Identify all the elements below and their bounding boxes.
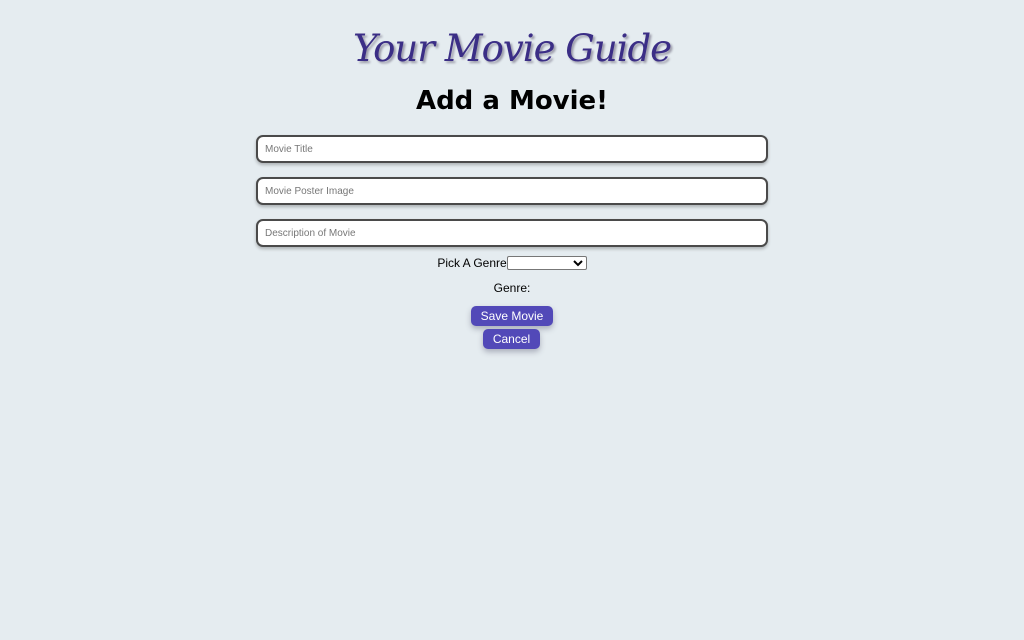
site-title: Your Movie Guide (352, 27, 672, 70)
genre-display: Genre: (0, 281, 1024, 295)
genre-picker-row: Pick A Genre (0, 255, 1024, 270)
genre-select[interactable] (506, 255, 587, 270)
genre-picker-label: Pick A Genre (437, 255, 507, 270)
page: Your Movie Guide Add a Movie! Pick A Gen… (0, 0, 1024, 640)
movie-title-input[interactable] (256, 135, 768, 163)
save-movie-button[interactable]: Save Movie (471, 306, 553, 326)
page-heading: Add a Movie! (415, 86, 609, 116)
movie-poster-input[interactable] (256, 177, 768, 205)
genre-display-label: Genre: (493, 281, 531, 295)
cancel-button[interactable]: Cancel (483, 329, 540, 349)
movie-description-input[interactable] (256, 219, 768, 247)
